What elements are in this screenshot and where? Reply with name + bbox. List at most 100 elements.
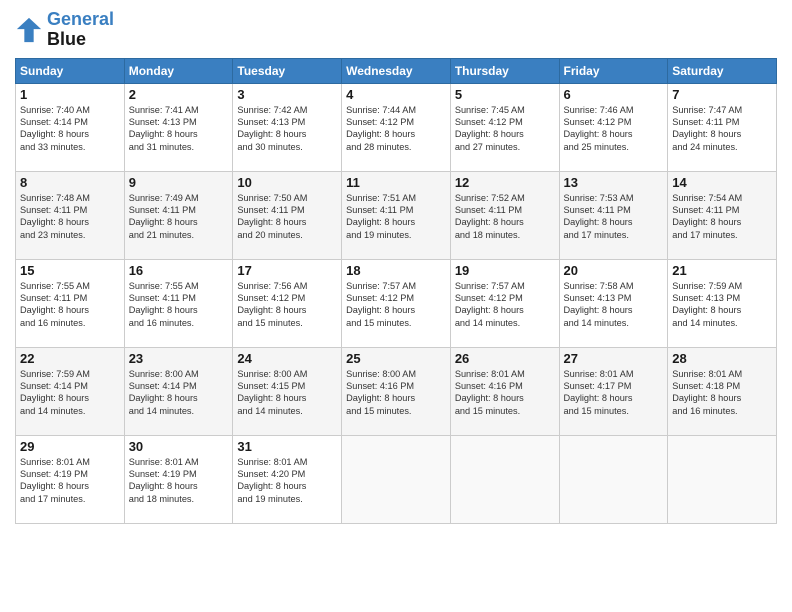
day-detail: Sunrise: 7:54 AMSunset: 4:11 PMDaylight:… [672, 192, 772, 242]
day-header-sunday: Sunday [16, 58, 125, 83]
day-number: 22 [20, 351, 120, 366]
day-number: 21 [672, 263, 772, 278]
day-detail: Sunrise: 7:51 AMSunset: 4:11 PMDaylight:… [346, 192, 446, 242]
calendar-cell [450, 435, 559, 523]
calendar-cell: 11 Sunrise: 7:51 AMSunset: 4:11 PMDayligh… [342, 171, 451, 259]
day-detail: Sunrise: 7:42 AMSunset: 4:13 PMDaylight:… [237, 104, 337, 154]
day-number: 3 [237, 87, 337, 102]
day-detail: Sunrise: 7:45 AMSunset: 4:12 PMDaylight:… [455, 104, 555, 154]
day-number: 31 [237, 439, 337, 454]
calendar-cell: 4 Sunrise: 7:44 AMSunset: 4:12 PMDaylight… [342, 83, 451, 171]
day-number: 17 [237, 263, 337, 278]
calendar-cell: 14 Sunrise: 7:54 AMSunset: 4:11 PMDayligh… [668, 171, 777, 259]
day-number: 5 [455, 87, 555, 102]
calendar-cell: 29 Sunrise: 8:01 AMSunset: 4:19 PMDayligh… [16, 435, 125, 523]
day-number: 10 [237, 175, 337, 190]
day-detail: Sunrise: 7:53 AMSunset: 4:11 PMDaylight:… [564, 192, 664, 242]
calendar-cell: 23 Sunrise: 8:00 AMSunset: 4:14 PMDayligh… [124, 347, 233, 435]
calendar-cell: 30Sunrise: 8:01 AMSunset: 4:19 PMDayligh… [124, 435, 233, 523]
day-number: 6 [564, 87, 664, 102]
calendar-cell: 22 Sunrise: 7:59 AMSunset: 4:14 PMDayligh… [16, 347, 125, 435]
day-number: 12 [455, 175, 555, 190]
day-detail: Sunrise: 7:59 AMSunset: 4:14 PMDaylight:… [20, 368, 120, 418]
day-number: 4 [346, 87, 446, 102]
calendar-cell: 28Sunrise: 8:01 AMSunset: 4:18 PMDayligh… [668, 347, 777, 435]
day-number: 18 [346, 263, 446, 278]
day-header-wednesday: Wednesday [342, 58, 451, 83]
day-detail: Sunrise: 7:58 AMSunset: 4:13 PMDaylight:… [564, 280, 664, 330]
day-detail: Sunrise: 7:55 AMSunset: 4:11 PMDaylight:… [20, 280, 120, 330]
day-detail: Sunrise: 8:01 AMSunset: 4:19 PMDaylight:… [20, 456, 120, 506]
day-number: 26 [455, 351, 555, 366]
calendar-cell [559, 435, 668, 523]
day-number: 1 [20, 87, 120, 102]
calendar-cell: 5 Sunrise: 7:45 AMSunset: 4:12 PMDaylight… [450, 83, 559, 171]
day-header-friday: Friday [559, 58, 668, 83]
day-detail: Sunrise: 7:47 AMSunset: 4:11 PMDaylight:… [672, 104, 772, 154]
day-number: 25 [346, 351, 446, 366]
calendar-cell: 10 Sunrise: 7:50 AMSunset: 4:11 PMDayligh… [233, 171, 342, 259]
calendar-cell: 7 Sunrise: 7:47 AMSunset: 4:11 PMDaylight… [668, 83, 777, 171]
day-detail: Sunrise: 7:41 AMSunset: 4:13 PMDaylight:… [129, 104, 229, 154]
day-number: 7 [672, 87, 772, 102]
day-number: 16 [129, 263, 229, 278]
day-detail: Sunrise: 8:00 AMSunset: 4:15 PMDaylight:… [237, 368, 337, 418]
day-detail: Sunrise: 7:46 AMSunset: 4:12 PMDaylight:… [564, 104, 664, 154]
calendar-cell: 9 Sunrise: 7:49 AMSunset: 4:11 PMDaylight… [124, 171, 233, 259]
calendar-cell: 1 Sunrise: 7:40 AMSunset: 4:14 PMDaylight… [16, 83, 125, 171]
calendar-cell: 16 Sunrise: 7:55 AMSunset: 4:11 PMDayligh… [124, 259, 233, 347]
day-number: 29 [20, 439, 120, 454]
calendar-cell: 26 Sunrise: 8:01 AMSunset: 4:16 PMDayligh… [450, 347, 559, 435]
day-number: 27 [564, 351, 664, 366]
day-header-tuesday: Tuesday [233, 58, 342, 83]
day-detail: Sunrise: 7:49 AMSunset: 4:11 PMDaylight:… [129, 192, 229, 242]
day-number: 15 [20, 263, 120, 278]
day-number: 8 [20, 175, 120, 190]
calendar-cell: 8 Sunrise: 7:48 AMSunset: 4:11 PMDaylight… [16, 171, 125, 259]
day-detail: Sunrise: 8:01 AMSunset: 4:18 PMDaylight:… [672, 368, 772, 418]
calendar-cell: 19Sunrise: 7:57 AMSunset: 4:12 PMDayligh… [450, 259, 559, 347]
day-detail: Sunrise: 7:40 AMSunset: 4:14 PMDaylight:… [20, 104, 120, 154]
day-number: 11 [346, 175, 446, 190]
calendar-cell: 24 Sunrise: 8:00 AMSunset: 4:15 PMDayligh… [233, 347, 342, 435]
day-detail: Sunrise: 7:59 AMSunset: 4:13 PMDaylight:… [672, 280, 772, 330]
day-header-monday: Monday [124, 58, 233, 83]
day-detail: Sunrise: 7:57 AMSunset: 4:12 PMDaylight:… [346, 280, 446, 330]
calendar-table: SundayMondayTuesdayWednesdayThursdayFrid… [15, 58, 777, 524]
calendar-cell: 6 Sunrise: 7:46 AMSunset: 4:12 PMDaylight… [559, 83, 668, 171]
day-number: 20 [564, 263, 664, 278]
day-number: 24 [237, 351, 337, 366]
day-detail: Sunrise: 7:55 AMSunset: 4:11 PMDaylight:… [129, 280, 229, 330]
day-detail: Sunrise: 7:56 AMSunset: 4:12 PMDaylight:… [237, 280, 337, 330]
logo: GeneralBlue [15, 10, 114, 50]
day-number: 30 [129, 439, 229, 454]
day-number: 13 [564, 175, 664, 190]
day-detail: Sunrise: 7:52 AMSunset: 4:11 PMDaylight:… [455, 192, 555, 242]
day-detail: Sunrise: 8:01 AMSunset: 4:20 PMDaylight:… [237, 456, 337, 506]
calendar-cell: 27Sunrise: 8:01 AMSunset: 4:17 PMDayligh… [559, 347, 668, 435]
day-detail: Sunrise: 7:44 AMSunset: 4:12 PMDaylight:… [346, 104, 446, 154]
day-number: 2 [129, 87, 229, 102]
calendar-cell: 12 Sunrise: 7:52 AMSunset: 4:11 PMDayligh… [450, 171, 559, 259]
calendar-cell: 20 Sunrise: 7:58 AMSunset: 4:13 PMDayligh… [559, 259, 668, 347]
calendar-cell: 15 Sunrise: 7:55 AMSunset: 4:11 PMDayligh… [16, 259, 125, 347]
day-detail: Sunrise: 7:50 AMSunset: 4:11 PMDaylight:… [237, 192, 337, 242]
day-number: 14 [672, 175, 772, 190]
calendar-cell: 25 Sunrise: 8:00 AMSunset: 4:16 PMDayligh… [342, 347, 451, 435]
day-detail: Sunrise: 7:48 AMSunset: 4:11 PMDaylight:… [20, 192, 120, 242]
day-number: 23 [129, 351, 229, 366]
day-detail: Sunrise: 7:57 AMSunset: 4:12 PMDaylight:… [455, 280, 555, 330]
day-detail: Sunrise: 8:01 AMSunset: 4:16 PMDaylight:… [455, 368, 555, 418]
day-detail: Sunrise: 8:00 AMSunset: 4:16 PMDaylight:… [346, 368, 446, 418]
calendar-cell: 18 Sunrise: 7:57 AMSunset: 4:12 PMDayligh… [342, 259, 451, 347]
day-header-saturday: Saturday [668, 58, 777, 83]
logo-text: GeneralBlue [47, 10, 114, 50]
calendar-cell: 13 Sunrise: 7:53 AMSunset: 4:11 PMDayligh… [559, 171, 668, 259]
calendar-cell: 21 Sunrise: 7:59 AMSunset: 4:13 PMDayligh… [668, 259, 777, 347]
calendar-cell: 17 Sunrise: 7:56 AMSunset: 4:12 PMDayligh… [233, 259, 342, 347]
day-number: 9 [129, 175, 229, 190]
calendar-cell: 3 Sunrise: 7:42 AMSunset: 4:13 PMDaylight… [233, 83, 342, 171]
day-detail: Sunrise: 8:00 AMSunset: 4:14 PMDaylight:… [129, 368, 229, 418]
calendar-cell: 2 Sunrise: 7:41 AMSunset: 4:13 PMDaylight… [124, 83, 233, 171]
calendar-cell [342, 435, 451, 523]
